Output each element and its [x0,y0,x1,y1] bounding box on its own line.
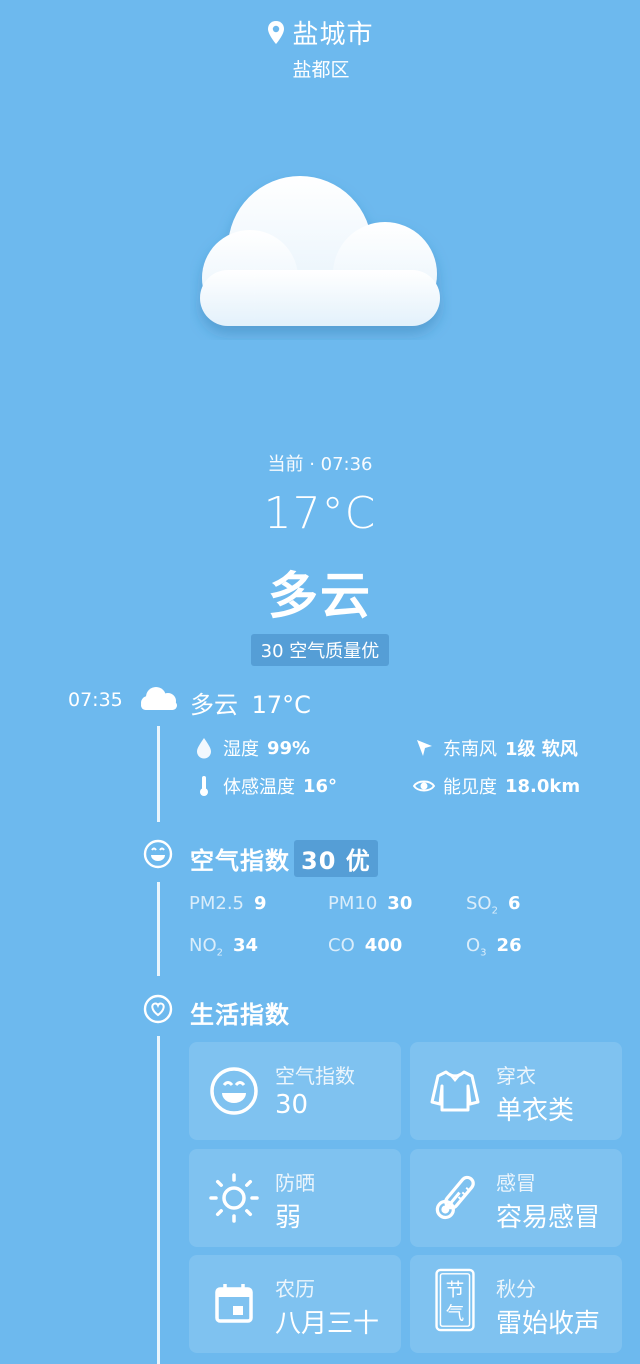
timeline-line [157,1036,160,1364]
district-name: 盐都区 [292,59,350,81]
wind-direction: 东南风 [443,739,497,760]
card-value: 雷始收声 [496,1309,601,1339]
pollutant-value: 6 [507,893,521,914]
card-label: 穿衣 [496,1064,536,1088]
cloud-icon [141,687,177,710]
hourly-condition: 多云 [190,691,238,719]
card-value: 30 [275,1090,309,1120]
smiley-icon [210,1067,258,1115]
visibility-label: 能见度 [443,777,497,798]
pollutant-name: NO [189,935,217,956]
current-time-label: 当前 · 07:36 [267,454,373,475]
solar-term-icon-char: 气 [446,1303,464,1324]
solar-term-icon-char: 节 [446,1280,464,1301]
wind-row: 东南风 1级 软风 [413,735,578,761]
card-label: 空气指数 [275,1064,355,1088]
pollutant-name: SO [466,893,492,914]
pollutant-so2: SO2 6 [466,893,521,917]
shirt-icon [430,1070,480,1112]
life-card-cold[interactable]: 感冒 容易感冒 [410,1149,622,1247]
pollutant-name: PM2.5 [189,893,245,914]
weather-page: 盐城市 盐都区 当前 · 07:36 17°C 多云 30 空气质量优 07:3… [0,0,640,1364]
hourly-condition-row: 多云 17°C [190,685,311,720]
card-label: 防晒 [275,1171,315,1195]
smiley-icon [143,839,173,869]
droplet-icon [197,738,211,759]
card-label: 秋分 [496,1277,536,1301]
card-value: 八月三十 [275,1309,380,1339]
pollutant-subscript: 2 [491,905,498,917]
life-index-title: 生活指数 [190,1001,290,1029]
pollutant-value: 34 [233,935,259,956]
card-label: 感冒 [496,1171,536,1195]
thermometer-small-icon [200,776,208,796]
pollutant-pm10: PM10 30 [328,893,412,914]
pollutant-subscript: 3 [480,947,487,959]
current-condition: 多云 [268,567,372,625]
pollutant-subscript: 2 [216,947,224,959]
feels-like-value: 16° [303,775,338,797]
pollutant-value: 400 [364,935,403,956]
pollutant-o3: O3 26 [466,935,522,959]
card-label: 农历 [275,1277,315,1301]
pollutant-name: CO [328,935,355,956]
pollutant-no2: NO2 34 [189,935,258,959]
cloudy-weather-icon [200,176,440,326]
visibility-value: 18.0km [505,775,581,797]
life-card-air-index[interactable]: 空气指数 30 [189,1042,401,1140]
visibility-row: 能见度 18.0km [413,773,580,799]
timeline-line [157,882,160,976]
hourly-temperature: 17°C [251,691,311,719]
wind-value: 1级 软风 [505,739,578,760]
pollutant-value: 30 [387,893,413,914]
pollutant-value: 9 [254,893,267,914]
timeline-line [157,726,160,822]
aqi-badge[interactable]: 30 空气质量优 [250,634,390,666]
eye-icon [413,780,435,792]
card-value: 弱 [275,1203,302,1233]
life-card-clothing[interactable]: 穿衣 单衣类 [410,1042,622,1140]
pollutant-pm25: PM2.5 9 [189,893,267,914]
sun-icon [209,1173,259,1223]
solar-term-icon: 节 气 [435,1268,475,1332]
feels-like-row: 体感温度 16° [193,773,337,799]
card-value: 容易感冒 [496,1203,601,1233]
hourly-time: 07:35 [68,689,123,711]
location-pin-icon [268,20,285,44]
humidity-row: 湿度 99% [193,735,310,761]
location-header[interactable]: 盐城市 盐都区 [0,14,640,82]
life-card-solar-term[interactable]: 节 气 秋分 雷始收声 [410,1255,622,1353]
humidity-label: 湿度 [223,739,259,760]
pollutant-value: 26 [496,935,522,956]
thermometer-icon [435,1175,475,1220]
pollutant-name: PM10 [328,893,378,914]
feels-like-label: 体感温度 [223,777,295,798]
air-index-badge: 30 优 [294,840,378,877]
pollutant-name: O [466,935,481,956]
life-card-sunscreen[interactable]: 防晒 弱 [189,1149,401,1247]
air-index-section-title: 空气指数 30 优 [190,840,378,877]
calendar-icon [215,1284,253,1323]
current-temperature: 17°C [263,488,377,539]
humidity-value: 99% [267,737,311,759]
navigation-arrow-icon [417,740,432,756]
city-name: 盐城市 [292,20,374,50]
heart-icon [143,994,173,1024]
card-value: 单衣类 [496,1096,575,1126]
pollutant-co: CO 400 [328,935,402,956]
life-card-lunar-calendar[interactable]: 农历 八月三十 [189,1255,401,1353]
air-index-title: 空气指数 [190,847,290,875]
